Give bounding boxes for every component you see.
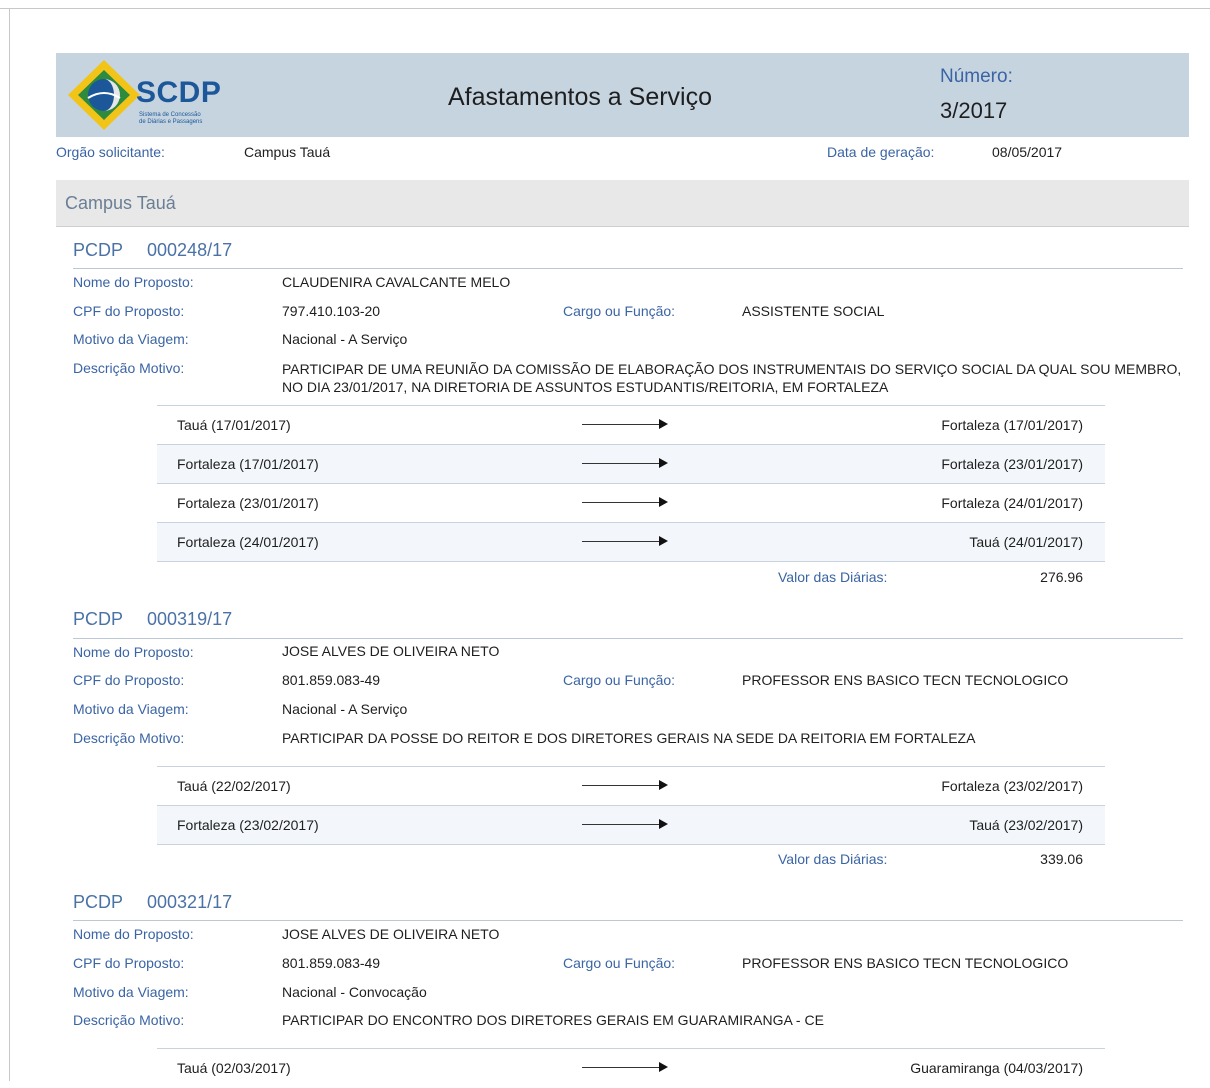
pcdp-number: 000248/17 (147, 240, 233, 260)
trecho-origem: Tauá (17/01/2017) (177, 417, 291, 433)
nome-label: Nome do Proposto: (73, 926, 194, 942)
pcdp-label: PCDP (73, 609, 124, 629)
valor-diarias-value: 276.96 (1040, 569, 1083, 585)
trecho-row: Fortaleza (24/01/2017) Tauá (24/01/2017) (157, 522, 1105, 562)
nome-label: Nome do Proposto: (73, 274, 194, 290)
cpf-label: CPF do Proposto: (73, 672, 185, 688)
numero-label: Número: (940, 66, 1013, 87)
cargo-value: PROFESSOR ENS BASICO TECN TECNOLOGICO (742, 672, 1069, 688)
cargo-value: PROFESSOR ENS BASICO TECN TECNOLOGICO (742, 955, 1069, 971)
trecho-origem: Fortaleza (23/02/2017) (177, 817, 319, 833)
trecho-row: Tauá (22/02/2017) Fortaleza (23/02/2017) (157, 766, 1105, 806)
nome-label: Nome do Proposto: (73, 644, 194, 660)
arrow-right-icon (582, 536, 668, 546)
trecho-row: Fortaleza (23/02/2017) Tauá (23/02/2017) (157, 805, 1105, 845)
valor-diarias-value: 339.06 (1040, 851, 1083, 867)
arrow-right-icon (582, 780, 668, 790)
trecho-origem: Fortaleza (24/01/2017) (177, 534, 319, 550)
motivo-label: Motivo da Viagem: (73, 984, 189, 1000)
valor-diarias-label: Valor das Diárias: (778, 851, 888, 867)
pcdp-divider (73, 268, 1183, 269)
logo-subtitle-line2: de Diárias e Passagens (139, 119, 203, 125)
logo-subtitle-line1: Sistema de Concessão (139, 112, 201, 118)
pcdp-label: PCDP (73, 892, 124, 912)
arrow-right-icon (582, 497, 668, 507)
orgao-value: Campus Tauá (244, 144, 331, 160)
trecho-row: Tauá (17/01/2017) Fortaleza (17/01/2017) (157, 405, 1105, 445)
pcdp-heading: PCDP 000319/17 (73, 609, 232, 630)
arrow-right-icon (582, 419, 668, 429)
trecho-row: Fortaleza (23/01/2017) Fortaleza (24/01/… (157, 483, 1105, 523)
trecho-divider (157, 844, 1105, 845)
trecho-destino: Fortaleza (17/01/2017) (941, 417, 1083, 433)
trecho-destino: Tauá (23/02/2017) (969, 817, 1083, 833)
trecho-destino: Fortaleza (24/01/2017) (941, 495, 1083, 511)
trecho-destino: Fortaleza (23/01/2017) (941, 456, 1083, 472)
descricao-value: PARTICIPAR DA POSSE DO REITOR E DOS DIRE… (282, 730, 976, 746)
descricao-label: Descrição Motivo: (73, 1012, 185, 1028)
pcdp-number: 000319/17 (147, 609, 233, 629)
scdp-logo-icon (68, 60, 140, 130)
pcdp-label: PCDP (73, 240, 124, 260)
descricao-value: PARTICIPAR DO ENCONTRO DOS DIRETORES GER… (282, 1012, 824, 1028)
data-geracao-label: Data de geração: (827, 144, 935, 160)
motivo-value: Nacional - A Serviço (282, 701, 408, 717)
arrow-right-icon (582, 458, 668, 468)
pcdp-heading: PCDP 000248/17 (73, 240, 232, 261)
trecho-destino: Tauá (24/01/2017) (969, 534, 1083, 550)
trecho-row: Fortaleza (17/01/2017) Fortaleza (23/01/… (157, 444, 1105, 484)
pcdp-divider (73, 920, 1183, 921)
trecho-destino: Fortaleza (23/02/2017) (941, 778, 1083, 794)
numero-value: 3/2017 (940, 98, 1008, 123)
cargo-value: ASSISTENTE SOCIAL (742, 303, 885, 319)
orgao-label: Orgão solicitante: (56, 144, 165, 160)
section-header: Campus Tauá (56, 180, 1189, 227)
motivo-label: Motivo da Viagem: (73, 331, 189, 347)
scdp-logo: SCDP Sistema de Concessão de Diárias e P… (64, 56, 236, 134)
report-header: SCDP Sistema de Concessão de Diárias e P… (56, 53, 1189, 137)
trecho-row: Tauá (02/03/2017) Guaramiranga (04/03/20… (157, 1048, 1105, 1088)
cargo-label: Cargo ou Função: (563, 955, 676, 971)
trecho-origem: Tauá (22/02/2017) (177, 778, 291, 794)
cpf-value: 801.859.083-49 (282, 955, 381, 971)
motivo-label: Motivo da Viagem: (73, 701, 189, 717)
page-border-left (9, 8, 10, 1081)
pcdp-heading: PCDP 000321/17 (73, 892, 232, 913)
logo-text: SCDP (136, 76, 222, 109)
motivo-value: Nacional - Convocação (282, 984, 427, 1000)
trecho-divider (157, 561, 1105, 562)
valor-diarias-label: Valor das Diárias: (778, 569, 888, 585)
descricao-value: PARTICIPAR DE UMA REUNIÃO DA COMISSÃO DE… (282, 361, 1182, 395)
page-border-top (0, 8, 1210, 9)
section-title: Campus Tauá (65, 193, 176, 213)
arrow-right-icon (582, 1062, 668, 1072)
arrow-right-icon (582, 819, 668, 829)
trecho-origem: Tauá (02/03/2017) (177, 1060, 291, 1076)
pcdp-divider (73, 638, 1183, 639)
cargo-label: Cargo ou Função: (563, 672, 676, 688)
cpf-label: CPF do Proposto: (73, 303, 185, 319)
descricao-label: Descrição Motivo: (73, 360, 185, 376)
nome-value: CLAUDENIRA CAVALCANTE MELO (282, 274, 511, 290)
trecho-destino: Guaramiranga (04/03/2017) (910, 1060, 1083, 1076)
cargo-label: Cargo ou Função: (563, 303, 676, 319)
cpf-value: 797.410.103-20 (282, 303, 381, 319)
cpf-label: CPF do Proposto: (73, 955, 185, 971)
nome-value: JOSE ALVES DE OLIVEIRA NETO (282, 643, 500, 659)
data-geracao-value: 08/05/2017 (992, 144, 1063, 160)
nome-value: JOSE ALVES DE OLIVEIRA NETO (282, 926, 500, 942)
trecho-origem: Fortaleza (17/01/2017) (177, 456, 319, 472)
cpf-value: 801.859.083-49 (282, 672, 381, 688)
trecho-origem: Fortaleza (23/01/2017) (177, 495, 319, 511)
motivo-value: Nacional - A Serviço (282, 331, 408, 347)
descricao-label: Descrição Motivo: (73, 730, 185, 746)
pcdp-number: 000321/17 (147, 892, 233, 912)
report-title: Afastamentos a Serviço (448, 83, 713, 111)
